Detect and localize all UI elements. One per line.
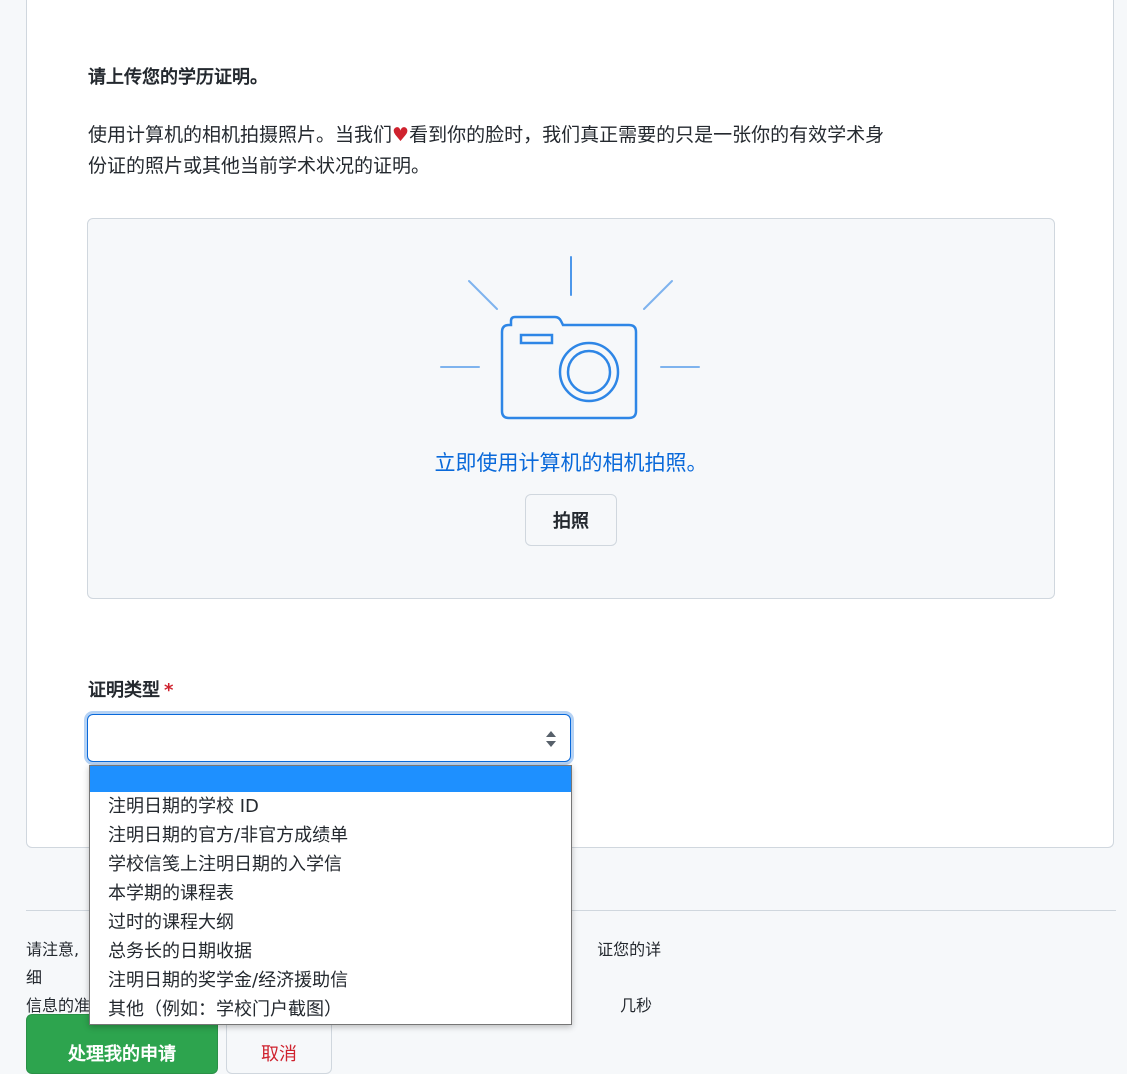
note-line2-start: 信息的准 bbox=[26, 996, 91, 1015]
note-line1-start: 请注意, bbox=[26, 940, 80, 959]
upload-heading: 请上传您的学历证明。 bbox=[88, 67, 268, 88]
proof-type-dropdown[interactable]: 注明日期的学校 ID 注明日期的官方/非官方成绩单 学校信笺上注明日期的入学信 … bbox=[89, 765, 572, 1025]
dropdown-option[interactable]: 学校信笺上注明日期的入学信 bbox=[90, 850, 571, 879]
dropdown-option[interactable]: 本学期的课程表 bbox=[90, 879, 571, 908]
dropdown-option[interactable]: 注明日期的学校 ID bbox=[90, 792, 571, 821]
dropdown-option[interactable]: 总务长的日期收据 bbox=[90, 937, 571, 966]
dropdown-option-blank[interactable] bbox=[90, 766, 571, 792]
proof-type-label: 证明类型 * bbox=[88, 676, 173, 702]
dropdown-option[interactable]: 其他（例如：学校门户截图） bbox=[90, 995, 571, 1024]
camera-icon bbox=[440, 256, 700, 420]
camera-capture-area: 立即使用计算机的相机拍照。 拍照 bbox=[87, 218, 1055, 599]
take-photo-button[interactable]: 拍照 bbox=[525, 494, 617, 546]
dropdown-option[interactable]: 过时的课程大纲 bbox=[90, 908, 571, 937]
heart-icon: ♥ bbox=[392, 124, 410, 146]
proof-type-select[interactable] bbox=[87, 714, 571, 762]
select-arrows-icon bbox=[546, 731, 556, 747]
upload-card: 请上传您的学历证明。 使用计算机的相机拍摄照片。当我们♥看到你的脸时，我们真正需… bbox=[26, 0, 1114, 848]
proof-type-label-text: 证明类型 bbox=[88, 680, 160, 701]
dropdown-option[interactable]: 注明日期的官方/非官方成绩单 bbox=[90, 821, 571, 850]
desc-text-start: 使用计算机的相机拍摄照片。当我们 bbox=[88, 124, 393, 146]
dropdown-option[interactable]: 注明日期的奖学金/经济援助信 bbox=[90, 966, 571, 995]
upload-description: 使用计算机的相机拍摄照片。当我们♥看到你的脸时，我们真正需要的只是一张你的有效学… bbox=[88, 120, 898, 182]
camera-prompt: 立即使用计算机的相机拍照。 bbox=[434, 451, 708, 475]
required-marker: * bbox=[164, 680, 174, 701]
